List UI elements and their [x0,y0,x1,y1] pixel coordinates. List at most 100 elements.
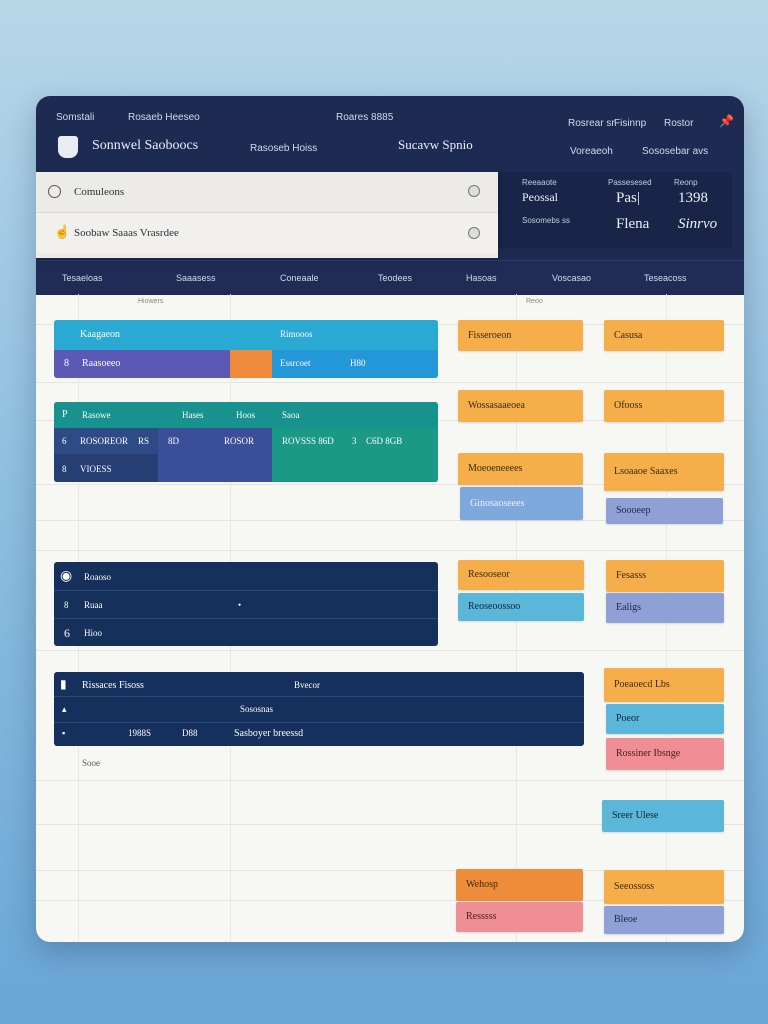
tag-8[interactable]: Soooeep [606,498,723,524]
app-logo-icon [58,136,78,158]
block-2-r1c7: C6D 8GB [366,436,403,446]
block-1-cell-4: H80 [350,358,366,368]
tag-2[interactable]: Casusa [604,320,724,351]
block-2-r2c1: VIOESS [80,464,112,474]
grid-line [36,382,744,383]
block-2-r1c1: ROSOREOR [80,436,129,446]
grid-line [36,650,744,651]
tag-9[interactable]: Resooseor [458,560,584,590]
nav-link-rosrear[interactable]: Rosrear sr [568,118,615,129]
search-row-1[interactable]: Comuleons [36,172,498,212]
subheader-1: Hiowers [138,298,164,305]
block-4-h1: Bvecor [294,680,320,690]
clear-icon[interactable] [468,185,480,197]
tab-5[interactable]: Hasoas [466,273,497,283]
tab-1[interactable]: Tesaeloas [62,273,103,283]
block-3-icon-2: 6 [64,626,70,640]
block-3-r1: Ruaa [84,600,103,610]
block-2-r1c3: 8D [168,436,179,446]
search-row-1-label: Comuleons [74,186,125,198]
stat-value-3: 1398 [678,190,708,206]
stat-label-1: Reeaaote [522,178,557,187]
block-2-h4: Saoa [282,410,300,420]
clipboard-icon: ▮ [60,677,67,691]
search-row-2-label: Soobaw Saaas Vrasrdee [74,227,179,239]
grid-line [36,550,744,551]
block-2-r1c0: 6 [62,436,67,446]
search-icon [48,185,61,198]
right-sub-1[interactable]: Voreaeoh [570,146,613,157]
option-icon[interactable] [468,227,480,239]
nav-link-fisinnp[interactable]: Fisinnp [614,118,646,129]
tag-5[interactable]: Moeoeneeees [458,453,583,485]
block-4-sub: Sososnas [240,704,274,714]
tab-7[interactable]: Teseacoss [644,273,687,283]
block-3-mark: • [238,600,242,610]
event-block-2[interactable]: P Rasowe Hases Hoos Saoa 6 ROSOREOR RS 8… [54,402,438,482]
nav-link-somstali[interactable]: Somstali [56,112,94,123]
pin-icon[interactable]: 📌 [719,114,734,128]
block-1-cell-3: Essrcoet [280,358,311,368]
nav-link-rosaeb[interactable]: Rosaeb Heeseo [128,112,200,123]
tag-4[interactable]: Ofooss [604,390,724,422]
nav-link-rostor[interactable]: Rostor [664,118,693,129]
tag-11[interactable]: Reoseoossoo [458,593,584,621]
block-3-r0: Roaoso [84,572,111,582]
user-avatar-icon: ◉ [60,569,73,584]
event-block-1[interactable]: Kaagaeon Rimooos 8 Raasoeeo Essrcoet H80 [54,320,438,378]
block-2-r1c2: RS [138,436,150,446]
stat-value-2: Pas| [616,190,640,206]
block-1-title2: Rimooos [280,329,313,339]
subheader-2: Reoo [526,298,543,305]
block-3-r2: Hioo [84,628,102,638]
grid-line [36,780,744,781]
block-1-cell-1: 8 [64,358,69,369]
tag-1[interactable]: Fisseroeon [458,320,583,351]
block-2-r1c5: ROVSSS 86D [282,436,334,446]
tag-15[interactable]: Rossiner Ibsnge [606,738,724,770]
block-3-icon-1: 8 [64,600,69,610]
stat-row2-value-3: Sinrvo [678,216,718,232]
tag-18[interactable]: Seeossoss [604,870,724,904]
pointer-icon: ☝ [54,224,71,239]
block-1-title: Kaagaeon [80,329,120,340]
nav-center-title[interactable]: Roares 8885 [336,112,393,123]
block-4-marker-1: ▴ [62,704,67,714]
block-2-r1c4: ROSOR [224,436,255,446]
block-2-h3: Hoos [236,410,256,420]
tag-6[interactable]: Lsoaaoe Saaxes [604,453,724,491]
app-title: Sonnwel Saoboocs [92,138,199,153]
stats-panel: Reeaaote Passesesed Reonp Peossal Pas| 1… [498,172,732,248]
tag-13[interactable]: Poeaoecd Lbs [604,668,724,702]
stat-label-2: Passesesed [608,178,652,187]
stat-label-3: Reonp [674,178,698,187]
tag-20[interactable]: Bleoe [604,906,724,934]
tag-3[interactable]: Wossasaaeoea [458,390,583,422]
right-sub-2[interactable]: Sososebar avs [642,146,708,157]
tab-4[interactable]: Teodees [378,273,412,283]
search-row-2[interactable]: ☝ Soobaw Saaas Vrasrdee [36,212,498,253]
block-2-h0: P [62,409,68,420]
tag-17[interactable]: Wehosp [456,869,583,901]
tag-12[interactable]: Ealigs [606,593,724,623]
tab-2[interactable]: Saaasess [176,273,216,283]
block-2-r1c6: 3 [352,436,357,446]
tag-14[interactable]: Poeor [606,704,724,734]
block-4-r1: D88 [182,728,198,738]
center-title: Sucavw Spnio [398,137,473,152]
event-block-3[interactable]: ◉ Roaoso 8 Ruaa • 6 Hioo [54,562,438,646]
tab-6[interactable]: Voscasao [552,273,591,283]
tag-19[interactable]: Resssss [456,902,583,932]
stat-value-1: Peossal [522,190,558,204]
block-2-h1: Rasowe [82,410,111,420]
tag-16[interactable]: Sreer Ulese [602,800,724,832]
app-subtitle: Rasoseb Hoiss [250,143,318,154]
search-dropdown: Comuleons ☝ Soobaw Saaas Vrasrdee [36,172,498,258]
tab-3[interactable]: Coneaale [280,273,319,283]
tag-7[interactable]: Ginosaoseees [460,487,583,520]
tag-10[interactable]: Fesasss [606,560,724,592]
block-2-h2: Hases [182,410,204,420]
block-1-cell-2: Raasoeeo [82,358,121,369]
event-block-4[interactable]: ▮ Rissaces Fisoss Bvecor Sososnas ▴ ▪ 19… [54,672,584,746]
block-4-h0: Rissaces Fisoss [82,680,144,691]
